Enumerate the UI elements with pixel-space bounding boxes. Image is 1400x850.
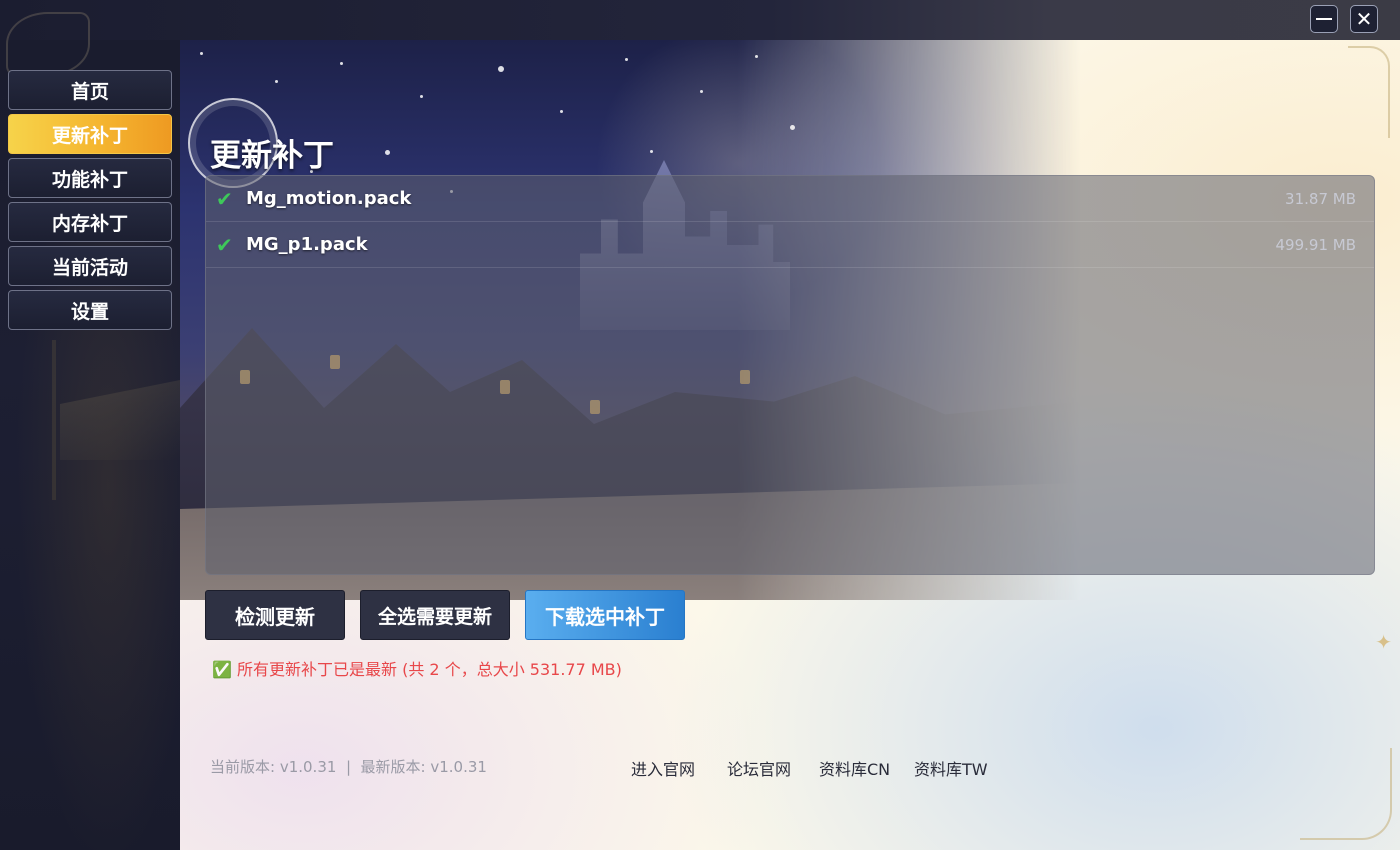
- star: [755, 55, 758, 58]
- download-selected-button[interactable]: 下载选中补丁: [525, 590, 685, 640]
- check-icon: ✔: [216, 186, 233, 211]
- file-size: 31.87 MB: [1285, 189, 1356, 208]
- star: [385, 150, 390, 155]
- star: [700, 90, 703, 93]
- sidebar-item-label: 首页: [70, 80, 109, 103]
- sidebar-item-label: 功能补丁: [51, 168, 128, 191]
- corner-ornament-bottom: [1300, 748, 1392, 840]
- star: [200, 52, 203, 55]
- status-message: ✅ 所有更新补丁已是最新 (共 2 个，总大小 531.77 MB): [212, 660, 622, 679]
- sidebar-lamp-decoration: [52, 340, 56, 500]
- file-name: MG_p1.pack: [246, 234, 368, 255]
- star: [790, 125, 795, 130]
- page-title: 更新补丁: [210, 138, 334, 174]
- sidebar-item-update-patch[interactable]: 更新补丁: [8, 114, 172, 154]
- star: [420, 95, 423, 98]
- corner-ornament-top: [1348, 46, 1390, 138]
- select-needed-button[interactable]: 全选需要更新: [360, 590, 510, 640]
- star: [625, 58, 628, 61]
- sparkle-icon: ✦: [1375, 630, 1392, 654]
- file-size: 499.91 MB: [1275, 235, 1357, 254]
- link-forum[interactable]: 论坛官网: [727, 756, 791, 780]
- file-name: Mg_motion.pack: [246, 188, 412, 209]
- star: [275, 80, 278, 83]
- star: [340, 62, 343, 65]
- link-wiki-cn[interactable]: 资料库CN: [819, 756, 890, 780]
- patch-file-list: ✔ Mg_motion.pack 31.87 MB ✔ MG_p1.pack 4…: [205, 175, 1375, 575]
- sidebar-item-current-events[interactable]: 当前活动: [8, 246, 172, 286]
- list-item[interactable]: ✔ MG_p1.pack 499.91 MB: [206, 222, 1374, 268]
- sidebar: 首页 更新补丁 功能补丁 内存补丁 当前活动 设置: [0, 12, 180, 850]
- sidebar-item-memory-patch[interactable]: 内存补丁: [8, 202, 172, 242]
- sidebar-item-label: 更新补丁: [51, 124, 128, 147]
- minimize-button[interactable]: [1310, 5, 1338, 33]
- close-button[interactable]: ✕: [1350, 5, 1378, 33]
- link-official-site[interactable]: 进入官网: [631, 756, 695, 780]
- close-icon: ✕: [1355, 7, 1373, 31]
- list-item[interactable]: ✔ Mg_motion.pack 31.87 MB: [206, 176, 1374, 222]
- sidebar-awning-decoration: [60, 380, 180, 460]
- star: [650, 150, 653, 153]
- title-bar: ✕: [0, 0, 1400, 40]
- sidebar-ornament: [6, 12, 90, 76]
- sidebar-item-feature-patch[interactable]: 功能补丁: [8, 158, 172, 198]
- link-wiki-tw[interactable]: 资料库TW: [914, 756, 988, 780]
- check-icon: ✔: [216, 232, 233, 257]
- check-updates-button[interactable]: 检测更新: [205, 590, 345, 640]
- main-panel: 更新补丁 ✔ Mg_motion.pack 31.87 MB ✔ MG_p1.p…: [180, 40, 1400, 850]
- sidebar-item-settings[interactable]: 设置: [8, 290, 172, 330]
- sidebar-item-label: 内存补丁: [51, 212, 128, 235]
- star: [498, 66, 504, 72]
- sidebar-item-label: 当前活动: [51, 256, 128, 279]
- sidebar-item-home[interactable]: 首页: [8, 70, 172, 110]
- minimize-icon: [1316, 18, 1332, 20]
- sidebar-item-label: 设置: [70, 300, 109, 323]
- version-info: 当前版本: v1.0.31 | 最新版本: v1.0.31: [210, 758, 487, 776]
- star: [560, 110, 563, 113]
